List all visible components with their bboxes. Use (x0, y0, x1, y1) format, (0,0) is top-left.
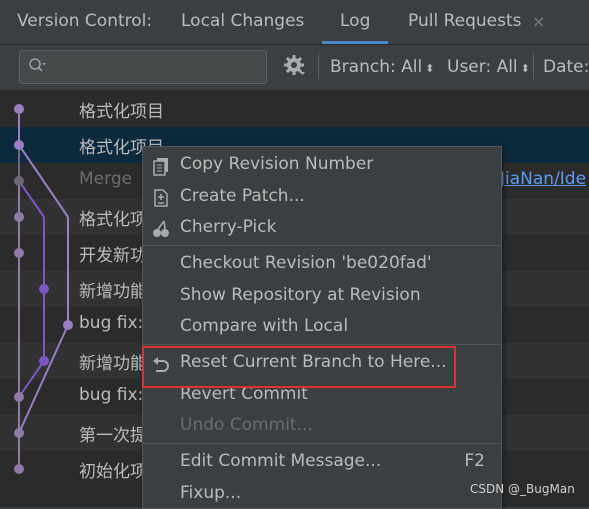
sort-arrows-icon: ⬍ (425, 62, 435, 75)
highlight-annotation-box (142, 346, 456, 388)
commit-node (14, 464, 24, 474)
toolbar-separator (318, 53, 319, 79)
menu-item-shortcut: F2 (464, 451, 485, 471)
menu-item-create-patch[interactable]: Create Patch... (143, 182, 501, 212)
commit-graph (14, 104, 73, 474)
commit-node (14, 392, 24, 402)
menu-item-cherry-pick[interactable]: Cherry-Pick (143, 213, 501, 243)
graph-edge (18, 180, 45, 218)
menu-item-label: Undo Commit... (180, 415, 313, 435)
menu-item-label: Fixup... (180, 483, 242, 503)
commit-node (39, 356, 49, 366)
tab-pull-requests[interactable]: Pull Requests (408, 11, 522, 31)
menu-separator (143, 443, 501, 444)
menu-item-label: Checkout Revision 'be020fad' (180, 253, 432, 273)
menu-item-show-repository[interactable]: Show Repository at Revision (143, 281, 501, 311)
date-filter[interactable]: Date: (543, 57, 589, 77)
toolbar-separator (533, 53, 534, 79)
commit-message: bug fix: (79, 313, 144, 333)
copy-icon (153, 158, 168, 176)
commit-message: 第一次提 (79, 426, 147, 446)
sort-arrows-icon: ⬍ (520, 62, 530, 75)
commit-message: 新增功能 (79, 354, 147, 374)
commit-message: Merge (79, 169, 133, 189)
branch-filter-label: Branch: All (330, 57, 423, 77)
menu-item-label: Edit Commit Message... (180, 451, 382, 471)
commit-node (14, 428, 24, 438)
tool-window-title: Version Control: (17, 11, 153, 31)
menu-separator (143, 245, 501, 246)
menu-item-label: Create Patch... (180, 186, 305, 206)
commit-message: bug fix: (79, 385, 144, 405)
commit-node (14, 176, 24, 186)
commit-node (39, 284, 49, 294)
commit-message: 格式化项 (79, 210, 147, 230)
menu-item-label: Compare with Local (180, 316, 349, 336)
menu-item-edit-commit-message[interactable]: Edit Commit Message... F2 (143, 447, 501, 477)
commit-message: 开发新功 (79, 246, 147, 266)
menu-item-fixup[interactable]: Fixup... (143, 479, 501, 509)
search-icon (29, 58, 46, 72)
commit-message: 初始化项 (79, 462, 147, 482)
menu-item-label: Copy Revision Number (180, 154, 374, 174)
patch-icon (154, 189, 168, 207)
user-filter[interactable]: User: All ⬍ (447, 57, 530, 77)
commit-node (14, 248, 24, 258)
close-tab-icon[interactable]: × (532, 12, 545, 31)
menu-item-compare-with-local[interactable]: Compare with Local (143, 312, 501, 342)
tab-log[interactable]: Log (321, 11, 389, 44)
commit-node (14, 212, 24, 222)
cherry-icon (153, 220, 169, 237)
commit-message: 新增功能 (79, 282, 147, 302)
context-menu: Copy Revision Number Create Patch... Che… (142, 146, 502, 509)
graph-edge (18, 144, 69, 218)
menu-item-label: Cherry-Pick (180, 217, 277, 237)
commit-node (14, 140, 24, 150)
log-toolbar: Branch: All ⬍ User: All ⬍ Date: (0, 45, 589, 91)
search-input[interactable] (19, 50, 267, 84)
commit-node (63, 320, 73, 330)
branch-filter[interactable]: Branch: All ⬍ (330, 57, 434, 77)
gear-icon[interactable] (282, 53, 306, 77)
menu-separator (143, 344, 501, 345)
commit-node (14, 104, 24, 114)
tab-bar: Version Control: Local Changes Log Pull … (0, 0, 589, 45)
user-filter-label: User: All (447, 57, 518, 77)
menu-item-copy-revision-number[interactable]: Copy Revision Number (143, 150, 501, 180)
commit-row[interactable]: 格式化项目 (0, 91, 589, 127)
watermark: CSDN @_BugMan (470, 482, 575, 496)
graph-edge (18, 360, 45, 398)
menu-item-checkout-revision[interactable]: Checkout Revision 'be020fad' (143, 249, 501, 279)
tab-local-changes[interactable]: Local Changes (181, 11, 304, 31)
menu-item-undo-commit: Undo Commit... (143, 411, 501, 441)
merge-branch-link[interactable]: JiaNan/Ide (500, 169, 586, 189)
menu-item-label: Show Repository at Revision (180, 285, 421, 305)
commit-message: 格式化项目 (79, 102, 164, 122)
